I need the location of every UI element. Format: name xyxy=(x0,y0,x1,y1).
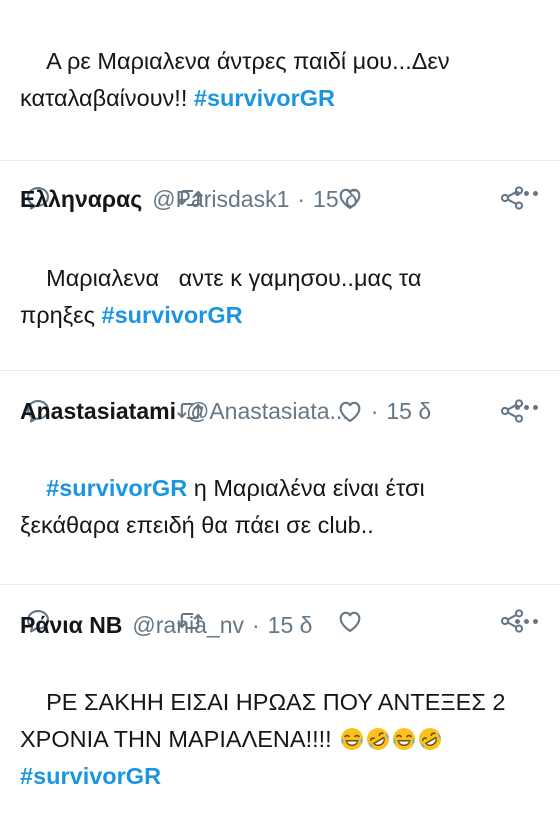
tweet-text: ΡΕ ΣΑΚΗΗ ΕΙΣΑΙ ΗΡΩΑΣ ΠΟΥ ΑΝΤΕΞΕΣ 2 ΧΡΟΝΙΑ… xyxy=(20,647,540,832)
rolling-laughing-emoji xyxy=(418,727,442,751)
tweet-timestamp[interactable]: 15 δ xyxy=(386,398,431,425)
tweet-text-line: η Μαριαλένα είναι έτσι xyxy=(187,475,425,501)
more-icon[interactable] xyxy=(515,405,538,410)
hashtag-link[interactable]: #survivorGR xyxy=(46,475,187,501)
meta-separator: · xyxy=(370,397,379,424)
tweet-timestamp[interactable]: 15 δ xyxy=(313,186,358,213)
tweet[interactable]: Ράνια ΝΒ @rania_nv · 15 δ ΡΕ ΣΑΚΗΗ ΕΙΣΑΙ… xyxy=(0,584,560,789)
tweet-header: Anastasiatami @Anastasiata... · 15 δ xyxy=(20,389,540,433)
tweet-text: Α ρε Μαριαλενα άντρες παιδί μου...Δεν κατ… xyxy=(20,6,540,154)
tweet[interactable]: Α ρε Μαριαλενα άντρες παιδί μου...Δεν κατ… xyxy=(0,0,560,160)
author-handle[interactable]: @Parisdask1 xyxy=(152,186,289,213)
tweet-header: Ελληναρας @Parisdask1 · 15 δ xyxy=(20,177,540,221)
author-handle[interactable]: @rania_nv xyxy=(132,612,244,639)
author-handle[interactable]: @Anastasiata... xyxy=(186,398,349,425)
tweet-text-line: ΡΕ ΣΑΚΗΗ ΕΙΣΑΙ ΗΡΩΑΣ ΠΟΥ ΑΝΤΕΞΕΣ 2 xyxy=(46,689,506,715)
hashtag-link[interactable]: #survivorGR xyxy=(194,85,335,111)
tweet-header: Ράνια ΝΒ @rania_nv · 15 δ xyxy=(20,603,540,647)
tweet-text-line: καταλαβαίνουν!! xyxy=(20,85,194,111)
meta-separator: · xyxy=(297,185,306,212)
laughing-tears-emoji xyxy=(340,727,364,751)
tweet-text-line: ΧΡΟΝΙΑ ΤΗΝ ΜΑΡΙΑΛΕΝΑ!!!! xyxy=(20,726,339,752)
author-name[interactable]: Ελληναρας xyxy=(20,186,142,213)
tweet-text: Μαριαλενα αντε κ γαμησου..μας τα πρηξες #… xyxy=(20,223,540,371)
author-name[interactable]: Anastasiatami xyxy=(20,398,176,425)
hashtag-link[interactable]: #survivorGR xyxy=(102,302,243,328)
tweet-text-line: ξεκάθαρα επειδή θα πάει σε club.. xyxy=(20,512,374,538)
tweet[interactable]: Ελληναρας @Parisdask1 · 15 δ Μαριαλενα α… xyxy=(0,160,560,370)
rolling-laughing-emoji xyxy=(366,727,390,751)
more-icon[interactable] xyxy=(515,619,538,624)
hashtag-link[interactable]: #survivorGR xyxy=(20,763,161,789)
tweet-text: #survivorGR η Μαριαλένα είναι έτσι ξεκάθα… xyxy=(20,433,540,581)
tweet-timestamp[interactable]: 15 δ xyxy=(268,612,313,639)
meta-separator: · xyxy=(252,611,260,638)
tweet-text-line: πρηξες xyxy=(20,302,102,328)
tweet-text-line: Μαριαλενα αντε κ γαμησου..μας τα xyxy=(46,265,422,291)
laughing-tears-emoji xyxy=(392,727,416,751)
author-name[interactable]: Ράνια ΝΒ xyxy=(20,612,122,639)
more-icon[interactable] xyxy=(515,191,538,196)
tweet-text-line: Α ρε Μαριαλενα άντρες παιδί μου...Δεν xyxy=(46,48,450,74)
tweet[interactable]: Anastasiatami @Anastasiata... · 15 δ #su… xyxy=(0,370,560,584)
